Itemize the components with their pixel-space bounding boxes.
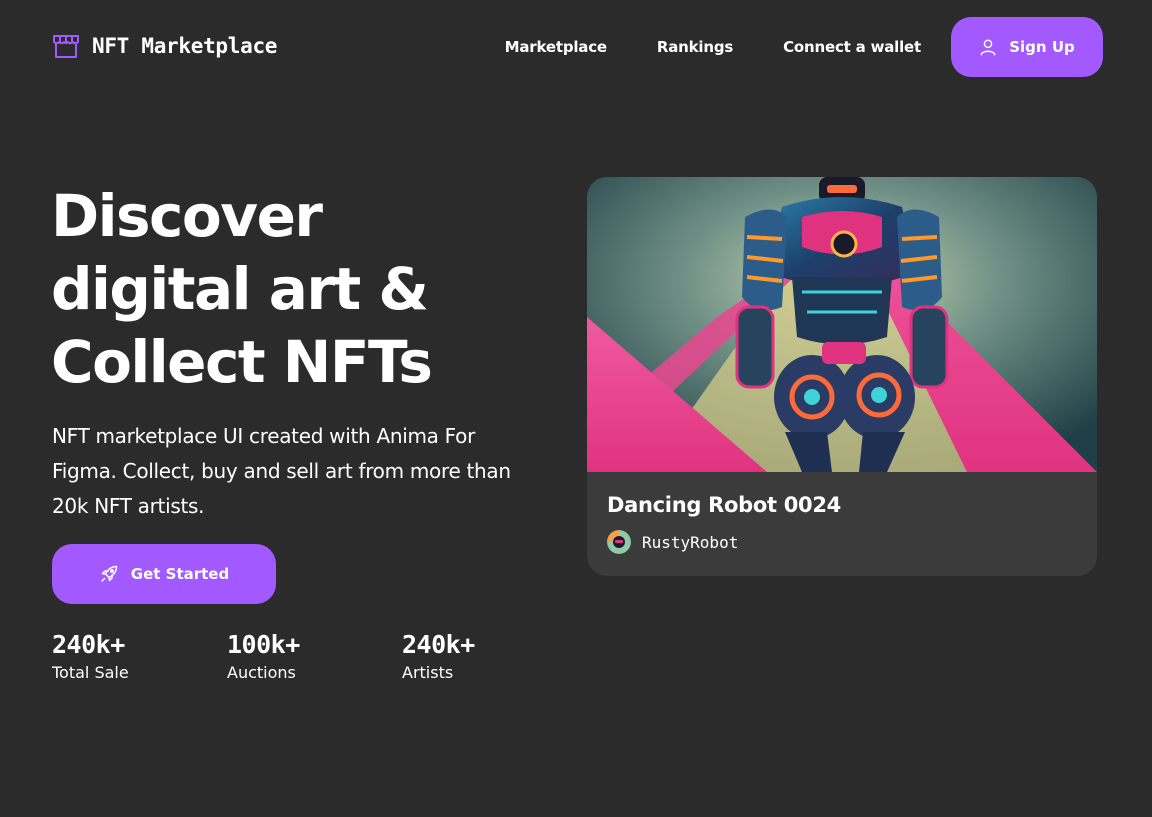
hero-title: Discover digital art & Collect NFTs — [51, 180, 531, 399]
artist-avatar — [607, 530, 631, 554]
featured-nft-card[interactable]: Dancing Robot 0024 RustyRobot — [587, 177, 1097, 576]
hero-title-line: Discover — [51, 182, 323, 250]
stat-value: 240k+ — [52, 630, 125, 659]
site-header: NFT Marketplace Marketplace Rankings Con… — [0, 0, 1152, 94]
hero-subtitle: NFT marketplace UI created with Anima Fo… — [52, 424, 511, 518]
sign-up-label: Sign Up — [1009, 38, 1075, 56]
stat-label: Auctions — [227, 663, 296, 682]
artist-name: RustyRobot — [642, 532, 739, 552]
stat-total-sale: 240k+ Total Sale — [52, 629, 227, 685]
storefront-icon — [53, 35, 79, 58]
artist-info[interactable]: RustyRobot — [607, 530, 738, 554]
stat-label: Artists — [402, 663, 454, 682]
rocket-icon — [101, 565, 118, 582]
stat-auctions: 100k+ Auctions — [227, 629, 402, 685]
get-started-button[interactable]: Get Started — [52, 544, 276, 604]
nft-title: Dancing Robot 0024 — [607, 493, 841, 517]
logo-text: NFT Marketplace — [92, 34, 278, 58]
nav-link-rankings[interactable]: Rankings — [657, 38, 733, 56]
hero-title-line: Collect NFTs — [51, 328, 433, 396]
main-nav: Marketplace Rankings Connect a wallet Si… — [505, 17, 1103, 77]
stat-label: Total Sale — [52, 663, 129, 682]
stat-value: 240k+ — [402, 630, 475, 659]
nft-artwork-image — [587, 177, 1097, 472]
logo-link[interactable]: NFT Marketplace — [52, 31, 277, 61]
user-icon — [980, 39, 996, 56]
stats-row: 240k+ Total Sale 100k+ Auctions 240k+ Ar… — [52, 629, 577, 685]
nav-link-connect-wallet[interactable]: Connect a wallet — [783, 38, 921, 56]
nav-link-marketplace[interactable]: Marketplace — [505, 38, 607, 56]
stat-artists: 240k+ Artists — [402, 629, 577, 685]
stat-value: 100k+ — [227, 630, 300, 659]
sign-up-button[interactable]: Sign Up — [951, 17, 1103, 77]
get-started-label: Get Started — [130, 565, 230, 583]
hero-title-line: digital art & — [51, 255, 429, 323]
